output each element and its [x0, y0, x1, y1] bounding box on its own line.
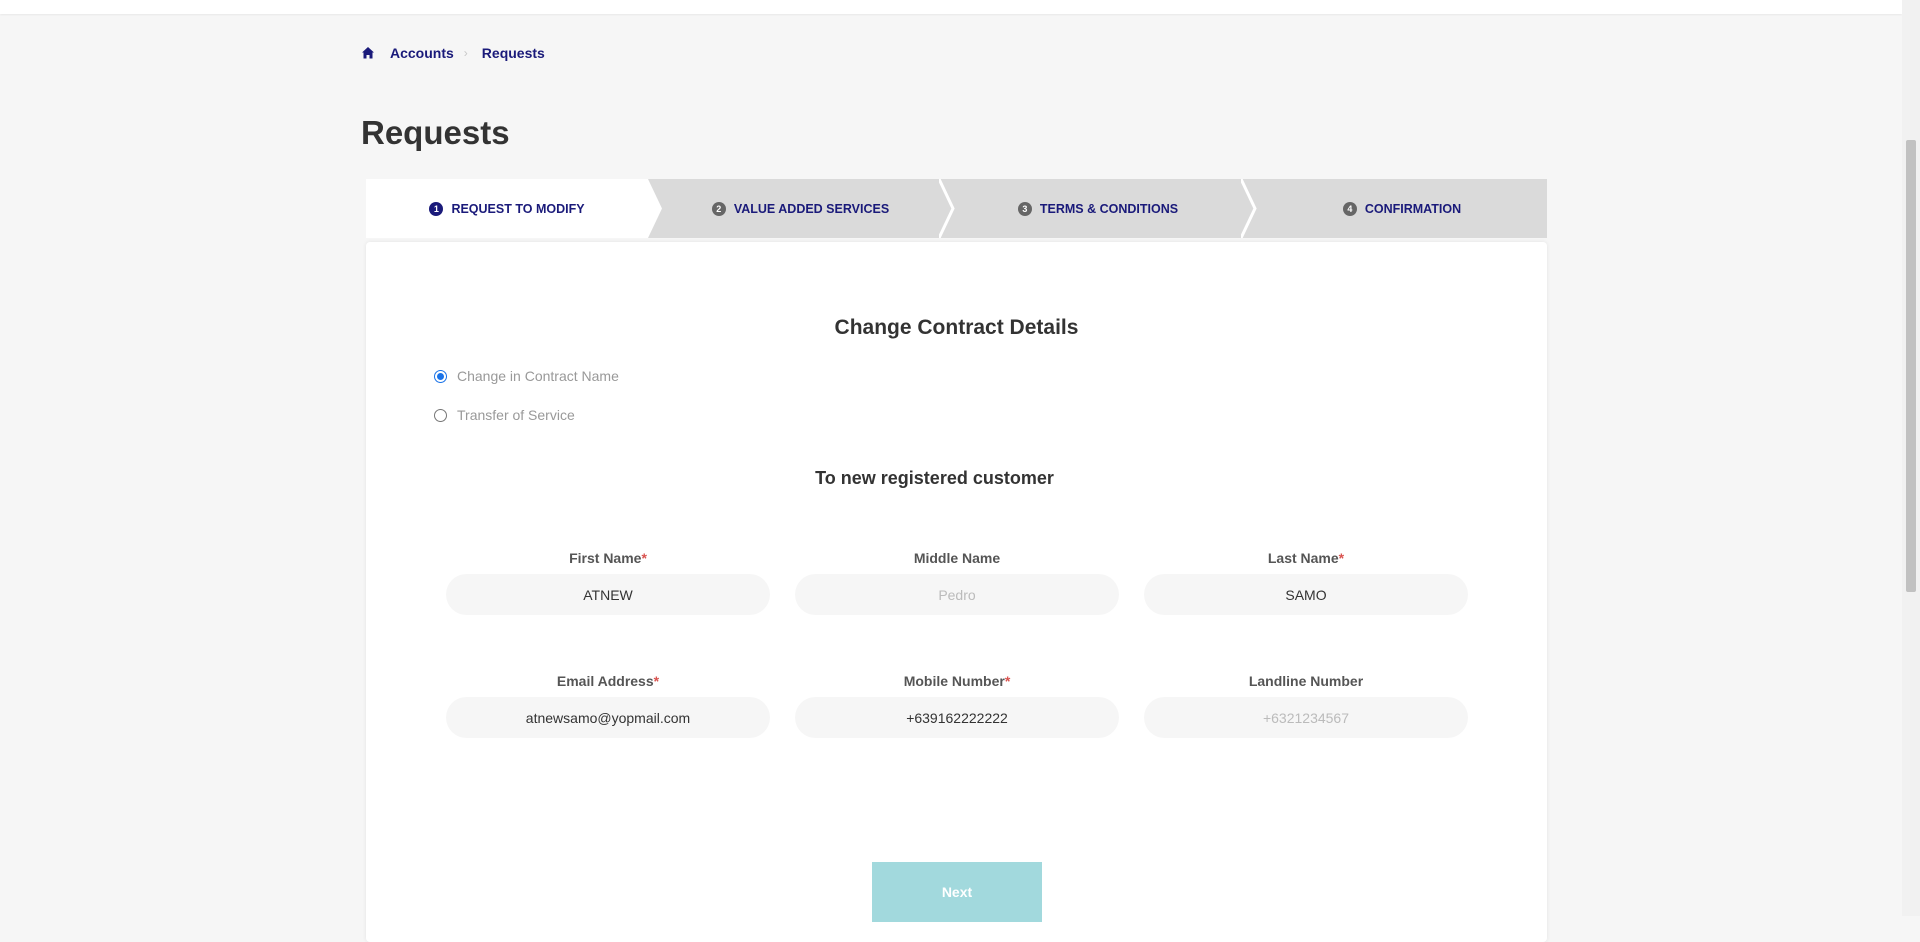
step-number: 2	[711, 201, 726, 216]
email-label: Email Address*	[556, 673, 660, 689]
option-label: Transfer of Service	[457, 407, 575, 423]
middle-name-label: Middle Name	[913, 550, 1001, 566]
step-divider	[648, 179, 662, 238]
step-terms-conditions[interactable]: 3 TERMS & CONDITIONS	[955, 179, 1241, 238]
step-label: REQUEST TO MODIFY	[451, 201, 585, 216]
email-field: Email Address* atnewsamo@yopmail.com	[446, 673, 770, 738]
breadcrumb-requests[interactable]: Requests	[482, 45, 545, 61]
breadcrumb-separator: ›	[463, 46, 468, 60]
step-divider	[939, 179, 955, 238]
landline-number-input[interactable]: +6321234567	[1144, 697, 1468, 738]
step-value-added-services[interactable]: 2 VALUE ADDED SERVICES	[662, 179, 939, 238]
radio-button[interactable]	[434, 408, 447, 422]
top-bar	[0, 0, 1902, 14]
step-number: 3	[1017, 201, 1032, 216]
radio-button[interactable]	[434, 369, 447, 383]
option-label: Change in Contract Name	[457, 368, 619, 384]
page-title: Requests	[361, 114, 510, 151]
form-card: Change Contract Details Change in Contra…	[366, 242, 1547, 942]
landline-number-field: Landline Number +6321234567	[1144, 673, 1468, 738]
first-name-input[interactable]: ATNEW	[446, 574, 770, 615]
mobile-number-input[interactable]: +639162222222	[795, 697, 1119, 738]
last-name-field: Last Name* SAMO	[1144, 550, 1468, 615]
email-input[interactable]: atnewsamo@yopmail.com	[446, 697, 770, 738]
scrollbar[interactable]	[1902, 0, 1920, 916]
last-name-label: Last Name*	[1267, 550, 1345, 566]
stepper: 1 REQUEST TO MODIFY 2 VALUE ADDED SERVIC…	[366, 179, 1547, 238]
step-confirmation[interactable]: 4 CONFIRMATION	[1257, 179, 1547, 238]
first-name-field: First Name* ATNEW	[446, 550, 770, 615]
step-label: TERMS & CONDITIONS	[1039, 201, 1179, 216]
option-change-contract-name[interactable]: Change in Contract Name	[434, 368, 619, 384]
section-title: To new registered customer	[815, 468, 1054, 488]
step-number: 1	[429, 201, 444, 216]
mobile-number-label: Mobile Number*	[903, 673, 1011, 689]
landline-number-label: Landline Number	[1248, 673, 1364, 689]
next-button[interactable]: Next	[872, 862, 1042, 922]
mobile-number-field: Mobile Number* +639162222222	[795, 673, 1119, 738]
option-transfer-of-service[interactable]: Transfer of Service	[434, 407, 575, 423]
step-label: CONFIRMATION	[1364, 201, 1462, 216]
middle-name-field: Middle Name Pedro	[795, 550, 1119, 615]
step-number: 4	[1342, 201, 1357, 216]
breadcrumb-accounts[interactable]: Accounts	[390, 45, 454, 61]
form-title: Change Contract Details	[834, 316, 1079, 339]
home-icon[interactable]	[361, 46, 375, 60]
step-label: VALUE ADDED SERVICES	[733, 201, 890, 216]
last-name-input[interactable]: SAMO	[1144, 574, 1468, 615]
first-name-label: First Name*	[569, 550, 647, 566]
step-request-to-modify[interactable]: 1 REQUEST TO MODIFY	[366, 179, 648, 238]
step-divider	[1241, 179, 1257, 238]
breadcrumb: Accounts › Requests	[361, 45, 545, 61]
middle-name-input[interactable]: Pedro	[795, 574, 1119, 615]
scrollbar-thumb[interactable]	[1906, 140, 1916, 592]
